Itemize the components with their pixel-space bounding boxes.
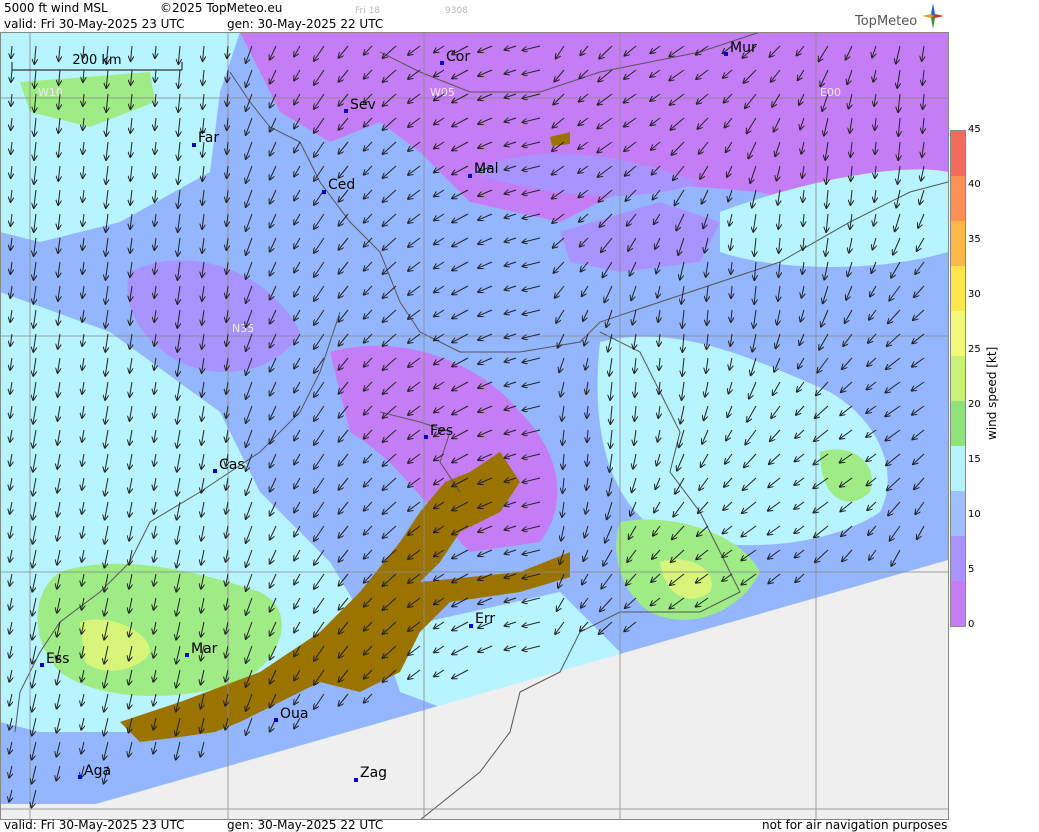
- map-title: 5000 ft wind MSL: [4, 1, 108, 15]
- city-marker: [322, 190, 326, 194]
- city-marker: [468, 174, 472, 178]
- legend-swatch: [951, 446, 965, 491]
- legend-colorbar: [950, 130, 966, 627]
- legend-tick-label: 45: [968, 124, 981, 135]
- legend-swatch: [951, 311, 965, 356]
- grid-label-w10: W10: [38, 86, 63, 99]
- disclaimer: not for air navigation purposes: [762, 818, 948, 832]
- grid-label-w05: W05: [430, 86, 455, 99]
- city-label-mur: Mur: [730, 40, 757, 56]
- city-label-mar: Mar: [191, 641, 218, 657]
- legend-tick-label: 40: [968, 179, 981, 190]
- legend-tick-label: 15: [968, 454, 981, 465]
- legend-swatch: [951, 401, 965, 446]
- city-label-ess: Ess: [46, 651, 69, 667]
- legend-tick-label: 10: [968, 509, 981, 520]
- city-marker: [213, 469, 217, 473]
- faint-day-label: Fri 18: [355, 6, 381, 16]
- compass-logo-icon: [922, 3, 944, 29]
- legend-swatch: [951, 536, 965, 581]
- city-label-aga: Aga: [84, 763, 111, 779]
- legend-swatch: [951, 266, 965, 311]
- city-marker: [40, 663, 44, 667]
- city-marker: [469, 624, 473, 628]
- city-marker: [78, 775, 82, 779]
- footer-generated-time: gen: 30-May-2025 22 UTC: [227, 818, 384, 832]
- copyright-text: ©2025 TopMeteo.eu: [160, 1, 283, 15]
- city-marker: [724, 52, 728, 56]
- grid-label-e00: E00: [820, 86, 841, 99]
- legend-tick-label: 20: [968, 399, 981, 410]
- city-label-zag: Zag: [360, 765, 387, 781]
- city-label-sev: Sev: [350, 97, 376, 113]
- city-marker: [274, 718, 278, 722]
- legend-title: wind speed [kt]: [985, 346, 999, 440]
- footer-valid-time: valid: Fri 30-May-2025 23 UTC: [4, 818, 185, 832]
- legend-swatch: [951, 581, 965, 626]
- city-marker: [192, 143, 196, 147]
- city-label-oua: Oua: [280, 706, 308, 722]
- legend-tick-label: 35: [968, 234, 981, 245]
- wind-map: 200 km W10 W05 E00 N35 Cor Mur Sev Far M…: [0, 32, 948, 820]
- city-label-cor: Cor: [446, 49, 470, 65]
- legend-swatch: [951, 491, 965, 536]
- legend-tick-label: 0: [968, 619, 975, 630]
- city-marker: [354, 778, 358, 782]
- legend-swatch: [951, 356, 965, 401]
- city-label-err: Err: [475, 611, 495, 627]
- grid-label-n35: N35: [232, 322, 254, 335]
- city-label-far: Far: [198, 130, 219, 146]
- scale-bar-label: 200 km: [72, 53, 121, 68]
- legend-swatch: [951, 221, 965, 266]
- legend-swatch: [951, 131, 965, 176]
- city-label-ced: Ced: [328, 177, 355, 193]
- city-label-mal: Mal: [474, 161, 499, 177]
- city-marker: [424, 435, 428, 439]
- valid-time: valid: Fri 30-May-2025 23 UTC: [4, 17, 185, 31]
- legend-tick-label: 5: [968, 564, 975, 575]
- city-marker: [185, 653, 189, 657]
- legend-tick-label: 30: [968, 289, 981, 300]
- brand-name: TopMeteo: [855, 14, 918, 29]
- city-label-fes: Fes: [430, 423, 453, 439]
- legend-swatch: [951, 176, 965, 221]
- city-label-cas: Cas: [219, 457, 245, 473]
- legend-tick-label: 25: [968, 344, 981, 355]
- generated-time: gen: 30-May-2025 22 UTC: [227, 17, 384, 31]
- faint-code-label: 9308: [445, 6, 468, 16]
- city-marker: [344, 109, 348, 113]
- city-marker: [440, 61, 444, 65]
